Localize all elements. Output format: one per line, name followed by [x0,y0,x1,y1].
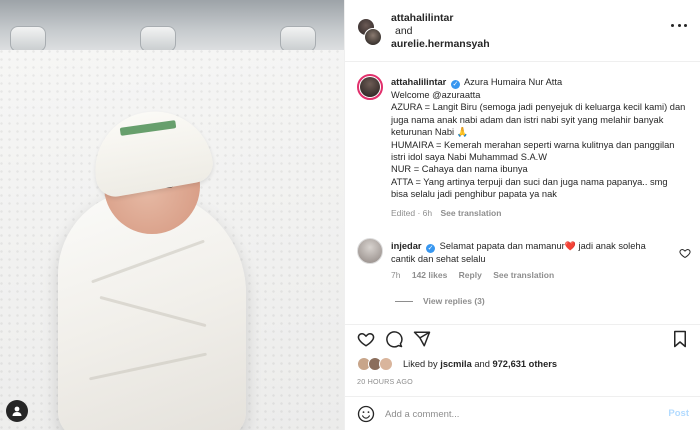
comment-time: 7h [391,270,401,280]
header-joiner: and [395,25,413,37]
caption: attahalilintar ✓ Azura Humaira Nur Atta … [391,76,687,219]
comment-likes[interactable]: 142 likes [412,270,447,280]
verified-icon: ✓ [450,80,460,89]
view-replies-button[interactable]: View replies (3) [395,296,485,306]
avatar[interactable] [357,238,383,264]
caption-line: NUR = Cahaya dan nama ibunya [391,164,528,175]
caption-line: Welcome @azuraatta [391,90,481,100]
likes-summary[interactable]: Liked by jscmila and 972,631 others [357,356,697,372]
caption-line: AZURA = Langit Biru (semoga jadi penyeju… [391,102,686,138]
caption-line: Azura Humaira Nur Atta [463,77,563,87]
rail-clip [140,26,176,52]
user-tag-icon[interactable] [6,400,28,422]
heart-icon[interactable] [679,246,691,259]
comment-meta: 7h 142 likes Reply See translation [391,270,563,280]
liker-avatars [357,357,397,371]
heart-emoji: ❤️ [564,241,576,251]
comment-input[interactable] [385,405,635,423]
bookmark-icon[interactable] [671,330,689,348]
caption-meta: Edited · 6h See translation [391,207,687,219]
see-translation-link[interactable]: See translation [493,270,554,280]
collab-names: attahalilintar and aurelie.hermansyah [391,12,490,51]
post-panel: attahalilintar and aurelie.hermansyah at… [344,0,700,430]
edited-time: Edited · 6h [391,207,433,218]
emoji-icon[interactable] [357,405,375,423]
avatar[interactable] [357,74,383,100]
avatar [379,357,393,371]
liked-by-prefix: Liked by [403,359,438,369]
more-icon[interactable] [671,24,687,30]
header-username-2[interactable]: aurelie.hermansyah [391,38,490,51]
verified-icon: ✓ [426,244,436,253]
post-header: attahalilintar and aurelie.hermansyah [345,0,700,62]
action-bar [345,324,700,352]
caption-username[interactable]: attahalilintar [391,77,446,87]
comments-area[interactable]: attahalilintar ✓ Azura Humaira Nur Atta … [345,62,700,324]
see-translation-link[interactable]: See translation [441,208,502,218]
collab-avatars[interactable] [357,18,382,46]
comment-text: injedar ✓ Selamat papata dan mamanur❤️ j… [391,240,671,265]
comment-text-start: Selamat papata dan mamanur [439,241,565,251]
likes-joiner: and [474,359,490,369]
caption-line: HUMAIRA = Kemerah merahan seperti warna … [391,139,675,163]
share-icon[interactable] [413,330,431,348]
comment-username[interactable]: injedar [391,241,421,251]
comment-icon[interactable] [385,330,403,348]
avatar [364,28,382,46]
reply-button[interactable]: Reply [459,270,482,280]
rail-clip [10,26,46,52]
rail-clip [280,26,316,52]
post-button[interactable]: Post [668,408,689,419]
post-photo[interactable] [0,0,344,430]
view-replies-label: View replies (3) [423,296,485,306]
post-time: 20 HOURS AGO [357,377,413,386]
liker-username[interactable]: jscmila [440,359,472,369]
likes-count[interactable]: 972,631 others [492,359,557,369]
header-username-1[interactable]: attahalilintar [391,12,490,25]
heart-icon[interactable] [357,330,375,348]
add-comment-bar: Post [345,396,700,430]
comment: injedar ✓ Selamat papata dan mamanur❤️ j… [345,232,700,312]
caption-line: ATTA = Yang artinya terpuji dan suci dan… [391,176,668,200]
